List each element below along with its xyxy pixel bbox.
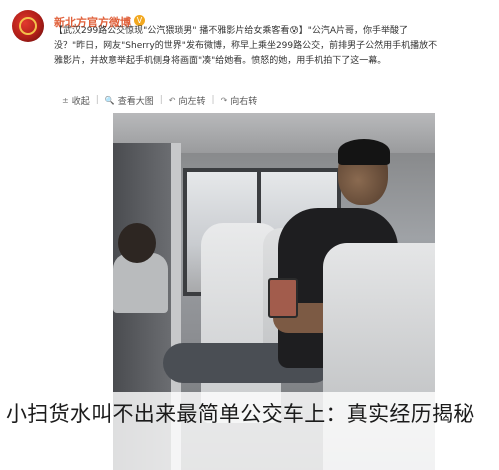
view-large-button[interactable]: 🔍 查看大图 (105, 94, 154, 107)
toolbar-divider: | (211, 95, 215, 105)
rotate-left-icon: ↶ (168, 95, 176, 105)
toolbar-divider: | (159, 95, 163, 105)
rotate-right-icon: ↷ (220, 95, 228, 105)
rotate-right-label: 向右转 (230, 96, 258, 107)
post-text-line: 没？"昨日，网友"Sherry的世界"发布微博，称早上乘坐299路公交，前排男子… (54, 41, 438, 51)
caption-text: 小扫货水叫不出来最简单公交车上：真实经历揭秘 (6, 402, 475, 426)
avatar-logo-ring (19, 17, 37, 35)
post-text: 【武汉299路公交惊现"公汽猥琐男" 播不雅影片给女乘客看😰】"公汽A片哥，你手… (54, 24, 494, 69)
post-text-line: 【武汉299路公交惊现"公汽猥琐男" 播不雅影片给女乘客看😰】"公汽A片哥，你手… (54, 26, 408, 36)
man-hair (338, 139, 390, 165)
rotate-right-button[interactable]: ↷ 向右转 (221, 94, 258, 107)
passenger-head (118, 223, 156, 263)
phone (268, 278, 298, 318)
caption-overlay: 小扫货水叫不出来最简单公交车上：真实经历揭秘 (0, 392, 499, 470)
rotate-left-button[interactable]: ↶ 向左转 (169, 94, 206, 107)
image-toolbar: ± 收起 | 🔍 查看大图 | ↶ 向左转 | ↷ 向右转 (62, 92, 257, 108)
collapse-button[interactable]: ± 收起 (62, 94, 90, 107)
view-large-label: 查看大图 (117, 96, 154, 107)
avatar[interactable] (12, 10, 44, 42)
post-text-line: 雅影片，并故意举起手机侧身将画面"凑"给她看。愤怒的她，用手机拍下了这一幕。 (54, 56, 387, 66)
toolbar-divider: | (95, 95, 99, 105)
magnifier-icon: 🔍 (104, 95, 115, 105)
up-arrow-icon: ± (62, 95, 69, 105)
collapse-label: 收起 (71, 96, 90, 107)
rotate-left-label: 向左转 (178, 96, 206, 107)
